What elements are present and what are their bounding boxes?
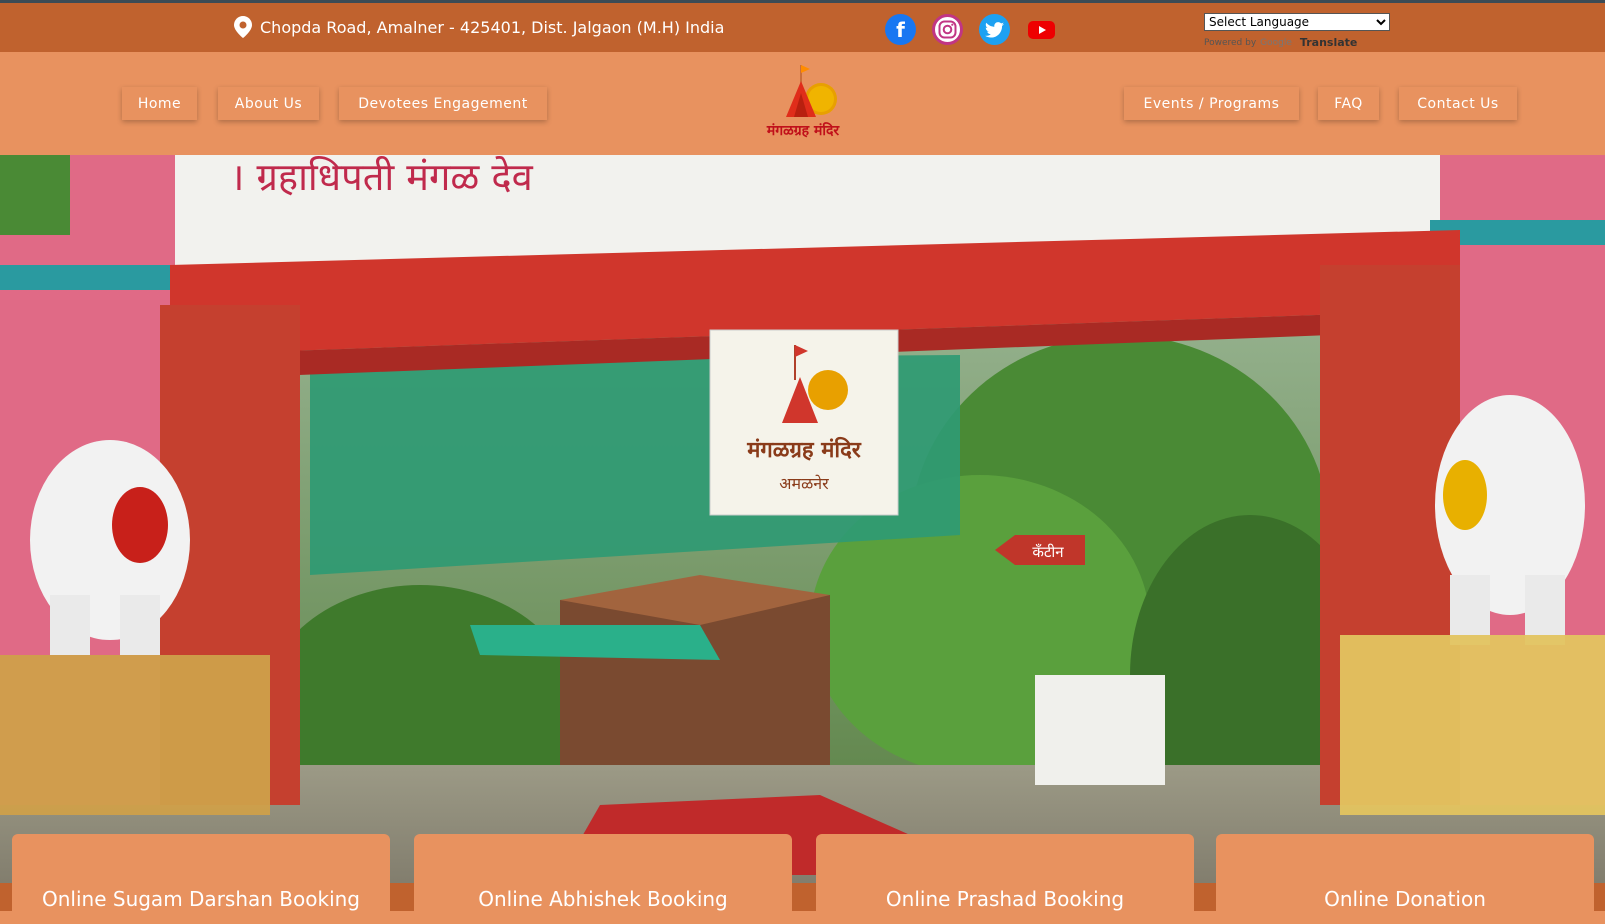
nav-faq[interactable]: FAQ [1318, 87, 1379, 120]
main-nav: Home About Us Devotees Engagement मंगळग्… [0, 52, 1605, 155]
language-selector[interactable]: Select Language [1204, 11, 1390, 31]
instagram-icon[interactable] [932, 14, 963, 45]
address-text: Chopda Road, Amalner - 425401, Dist. Jal… [260, 17, 725, 37]
hero-sign-subtitle: अमळनेर [779, 474, 829, 493]
hero-sign-title: मंगळग्रह मंदिर [746, 436, 862, 463]
temple-gate-photo: । ग्रहाधिपती मंगळ देव मंगळग्रह मंदिर अमळ… [0, 155, 1605, 911]
nav-about-us[interactable]: About Us [218, 87, 319, 120]
social-links: f [885, 14, 1057, 45]
language-select[interactable]: Select Language [1204, 13, 1390, 31]
card-label: Online Prashad Booking [885, 887, 1125, 911]
facebook-icon[interactable]: f [885, 14, 916, 45]
svg-text:। ग्रहाधिपती मंगळ देव: । ग्रहाधिपती मंगळ देव [230, 155, 534, 199]
google-translate-attribution: Powered by Google Translate [1204, 36, 1358, 49]
card-label: Online Donation [1324, 887, 1486, 911]
nav-events-programs[interactable]: Events / Programs [1124, 87, 1299, 120]
youtube-icon[interactable] [1026, 14, 1057, 45]
nav-contact-us[interactable]: Contact Us [1399, 87, 1517, 120]
nav-devotees-engagement[interactable]: Devotees Engagement [339, 87, 547, 120]
top-bar: Chopda Road, Amalner - 425401, Dist. Jal… [0, 0, 1605, 52]
card-label: Online Sugam Darshan Booking [42, 887, 360, 911]
hero-canteen-sign: कॅंटीन [1032, 543, 1064, 561]
location-pin-icon [234, 16, 252, 38]
hero-banner: । ग्रहाधिपती मंगळ देव मंगळग्रह मंदिर अमळ… [0, 155, 1605, 911]
google-logo: Google [1260, 37, 1292, 48]
logo-text: मंगळग्रह मंदिर [766, 122, 841, 139]
twitter-icon[interactable] [979, 14, 1010, 45]
temple-logo[interactable]: मंगळग्रह मंदिर [748, 61, 858, 141]
nav-home[interactable]: Home [122, 87, 197, 120]
card-label: Online Abhishek Booking [478, 887, 728, 911]
address: Chopda Road, Amalner - 425401, Dist. Jal… [234, 16, 724, 38]
translate-link[interactable]: Translate [1300, 36, 1357, 49]
